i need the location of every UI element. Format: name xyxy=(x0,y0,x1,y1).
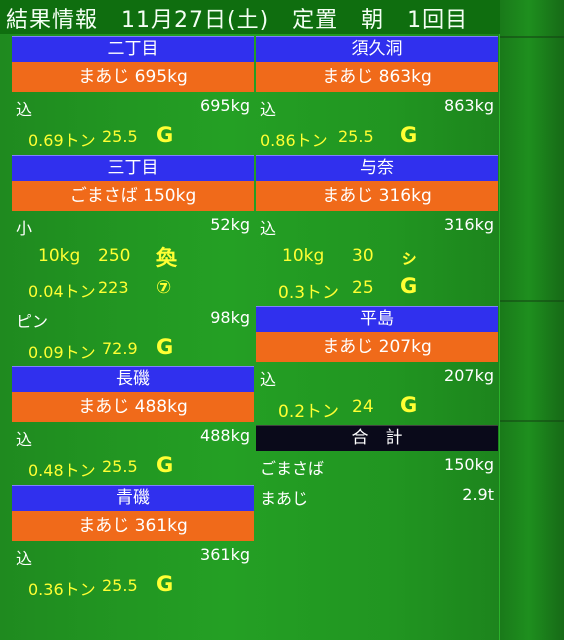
location-header: 須久洞 xyxy=(256,36,498,62)
detail-row: 0.3トン 25 G xyxy=(256,272,498,304)
page-title: 結果情報 11月27日(土) 定置 朝 1回目 xyxy=(6,8,469,33)
detail-count: 250 xyxy=(98,246,131,266)
detail-row: 0.69トン 25.5 G xyxy=(12,121,254,153)
grade-g-icon: G xyxy=(156,123,174,147)
location-header: 長磯 xyxy=(12,366,254,392)
grade-g-icon: G xyxy=(156,335,174,359)
grade-row: 込 316kg xyxy=(256,211,498,240)
left-column: 二丁目 まあじ 695kg 込 695kg 0.69トン 25.5 G 三丁目 … xyxy=(12,36,254,602)
detail-tons: 0.04トン xyxy=(28,282,96,301)
total-label: まあじ xyxy=(260,489,309,508)
fish-summary: まあじ 316kg xyxy=(256,181,498,211)
detail-price: 25.5 xyxy=(102,457,138,476)
detail-box-weight: 10kg xyxy=(282,246,325,266)
detail-tons: 0.36トン xyxy=(28,580,96,599)
grade-weight: 361kg xyxy=(200,545,250,564)
total-header: 合 計 xyxy=(256,425,498,451)
grade-g-icon: G xyxy=(400,123,418,147)
grade-label: 小 xyxy=(16,219,33,238)
fish-summary: まあじ 695kg xyxy=(12,62,254,92)
detail-price: 25.5 xyxy=(102,576,138,595)
total-value: 2.9t xyxy=(462,485,494,504)
grade-label: 込 xyxy=(260,100,277,119)
detail-tons: 0.48トン xyxy=(28,461,96,480)
display-screen: 結果情報 11月27日(土) 定置 朝 1回目 二丁目 まあじ 695kg 込 … xyxy=(0,0,564,640)
detail-tons: 0.09トン xyxy=(28,343,96,362)
location-header: 平島 xyxy=(256,306,498,332)
location-header: 三丁目 xyxy=(12,155,254,181)
fish-summary: まあじ 863kg xyxy=(256,62,498,92)
grade-g-icon: G xyxy=(156,572,174,596)
detail-row: 10kg 30 ㇱ xyxy=(256,240,498,272)
grade-g-icon: G xyxy=(156,453,174,477)
grade-weight: 52kg xyxy=(210,215,250,234)
grade-row: 込 207kg xyxy=(256,362,498,391)
grade-label: 込 xyxy=(260,219,277,238)
grade-weight: 863kg xyxy=(444,96,494,115)
detail-row: 0.36トン 25.5 G xyxy=(12,570,254,602)
grade-label: 込 xyxy=(260,370,277,389)
grade-label: 込 xyxy=(16,100,33,119)
grade-row: 込 361kg xyxy=(12,541,254,570)
detail-tons: 0.69トン xyxy=(28,131,96,150)
detail-row: 0.09トン 72.9 G xyxy=(12,333,254,365)
grade-label: 込 xyxy=(16,430,33,449)
grade-row: 込 863kg xyxy=(256,92,498,121)
grade-g-icon: G xyxy=(400,393,418,417)
box-icon: 奐 xyxy=(156,246,177,270)
title-bar: 結果情報 11月27日(土) 定置 朝 1回目 xyxy=(0,0,500,34)
grade-row: ピン 98kg xyxy=(12,304,254,333)
grade-weight: 316kg xyxy=(444,215,494,234)
fish-summary: まあじ 361kg xyxy=(12,511,254,541)
box-icon: ㇱ xyxy=(400,248,418,269)
grade-weight: 207kg xyxy=(444,366,494,385)
detail-tons: 0.86トン xyxy=(260,131,328,150)
grade-label: ピン xyxy=(16,312,49,331)
fish-summary: ごまさば 150kg xyxy=(12,181,254,211)
detail-price: 25 xyxy=(352,278,374,298)
detail-price: 223 xyxy=(98,278,129,297)
detail-row: 0.86トン 25.5 G xyxy=(256,121,498,153)
detail-row: 0.48トン 25.5 G xyxy=(12,451,254,483)
location-header: 青磯 xyxy=(12,485,254,511)
location-header: 二丁目 xyxy=(12,36,254,62)
detail-row: 0.2トン 24 G xyxy=(256,391,498,423)
grade-g-icon: G xyxy=(400,274,418,298)
circled-seven-icon: ⑦ xyxy=(156,277,172,298)
grade-row: 込 488kg xyxy=(12,422,254,451)
total-row: まあじ 2.9t xyxy=(256,481,498,511)
right-column: 須久洞 まあじ 863kg 込 863kg 0.86トン 25.5 G 与奈 ま… xyxy=(256,36,498,511)
total-value: 150kg xyxy=(444,455,494,474)
detail-price: 25.5 xyxy=(338,127,374,146)
display-bezel xyxy=(499,0,564,640)
detail-box-weight: 10kg xyxy=(38,246,81,266)
grade-label: 込 xyxy=(16,549,33,568)
grade-weight: 98kg xyxy=(210,308,250,327)
detail-tons: 0.2トン xyxy=(278,402,340,422)
grade-weight: 488kg xyxy=(200,426,250,445)
grade-row: 小 52kg xyxy=(12,211,254,240)
fish-summary: まあじ 207kg xyxy=(256,332,498,362)
total-label: ごまさば xyxy=(260,459,325,478)
grade-weight: 695kg xyxy=(200,96,250,115)
detail-count: 30 xyxy=(352,246,374,266)
fish-summary: まあじ 488kg xyxy=(12,392,254,422)
detail-price: 72.9 xyxy=(102,339,138,358)
detail-price: 24 xyxy=(352,397,374,417)
detail-tons: 0.3トン xyxy=(278,283,340,303)
location-header: 与奈 xyxy=(256,155,498,181)
total-row: ごまさば 150kg xyxy=(256,451,498,481)
detail-price: 25.5 xyxy=(102,127,138,146)
detail-row: 0.04トン 223 ⑦ xyxy=(12,272,254,304)
detail-row: 10kg 250 奐 xyxy=(12,240,254,272)
grade-row: 込 695kg xyxy=(12,92,254,121)
